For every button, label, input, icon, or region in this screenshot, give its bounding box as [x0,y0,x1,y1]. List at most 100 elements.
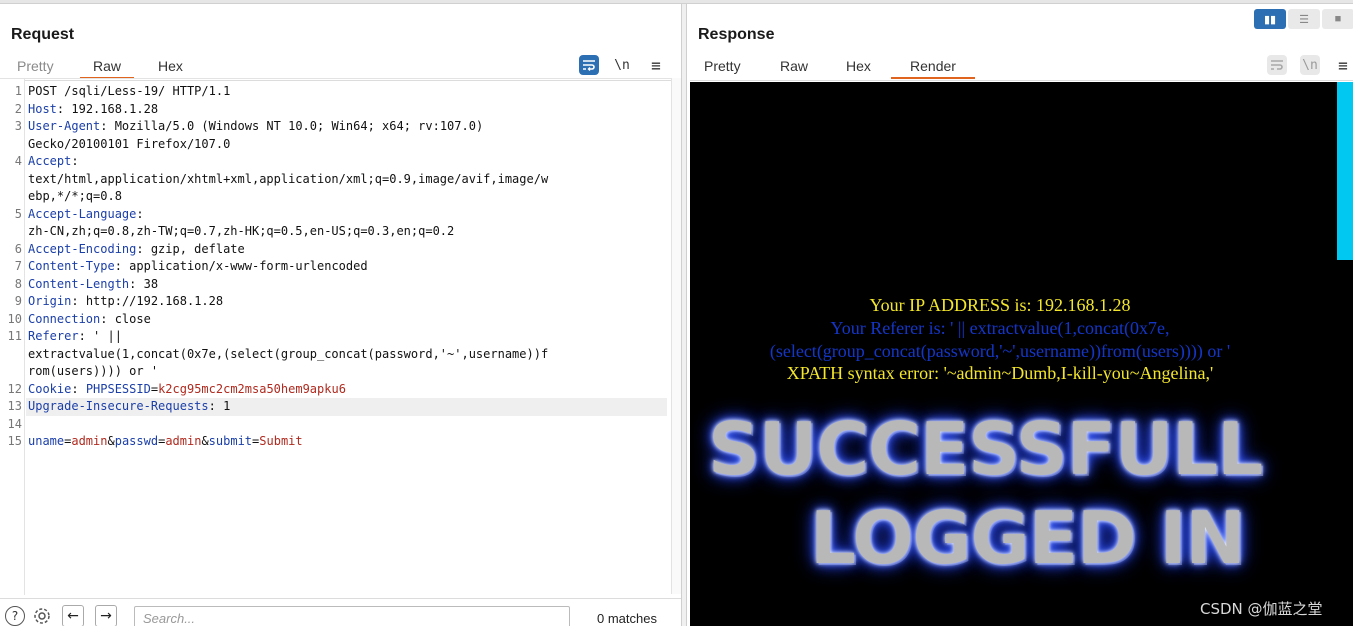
header-value: 1 [215,399,231,413]
response-title: Response [698,26,775,43]
line-number: 13 [7,399,22,413]
menu-icon[interactable]: ≡ [646,55,666,75]
code-line: Referer: ' || [28,328,122,346]
response-tab-hex[interactable]: Hex [846,58,871,78]
header-name: Referer [28,329,79,343]
cookie-value: k2cg95mc2cm2msa50hem9apku6 [158,381,346,396]
line-number: 14 [7,416,22,431]
colon: : [71,294,79,308]
code-line: Gecko/20100101 Firefox/107.0 [28,136,230,154]
render-banner-clip: SUCCESSFULL LOGGED IN [690,82,1353,626]
code-text: extractvalue(1,concat(0x7e,(select(group… [28,346,549,361]
layout-toggle: ▮▮ ☰ ■ [1254,9,1353,29]
param-value: admin [165,434,202,448]
header-value: Mozilla/5.0 (Windows NT 10.0; Win64; x64… [107,119,484,133]
header-name: Upgrade-Insecure-Requests [28,399,209,413]
header-name: Origin [28,294,72,308]
colon: : [136,241,144,256]
header-name: Accept-Encoding [28,241,137,256]
code-line: rom(users)))) or ' [28,363,158,381]
layout-side-by-side-icon[interactable]: ▮▮ [1254,9,1286,29]
param-key: submit [208,434,253,448]
header-name: Connection [28,311,101,326]
code-text: zh-CN,zh;q=0.8,zh-TW;q=0.7,zh-HK;q=0.5,e… [28,224,455,238]
header-value: gzip, deflate [143,241,245,256]
code-line: Accept: [28,153,79,171]
request-tab-hex[interactable]: Hex [158,58,183,78]
response-tab-render[interactable]: Render [891,58,975,79]
param-value: admin [71,434,108,448]
header-value: 38 [136,276,159,291]
request-tab-raw[interactable]: Raw [80,58,134,79]
line-number: 6 [14,241,22,256]
cookie-line: Cookie: PHPSESSID=k2cg95mc2cm2msa50hem9a… [28,381,346,399]
param-value: Submit [259,434,303,448]
colon: : [71,154,79,168]
line-number: 1 [14,84,22,98]
request-body: uname=admin&passwd=admin&submit=Submit [28,433,303,451]
amp: & [201,434,209,448]
prev-match-arrow-icon[interactable]: ← [62,605,84,626]
code-text: rom(users)))) or ' [28,364,159,378]
header-name: Accept-Language [28,206,137,221]
code-line: extractvalue(1,concat(0x7e,(select(group… [28,346,548,364]
code-line: Content-Length: 38 [28,276,158,294]
response-menu-icon[interactable]: ≡ [1333,55,1353,75]
layout-stacked-icon[interactable]: ☰ [1288,9,1320,29]
header-value: ' || [85,329,122,343]
code-line: Accept-Language: [28,206,144,224]
line-number: 10 [7,311,22,326]
line-number: 5 [14,206,22,221]
csdn-watermark: CSDN @伽蓝之堂 [1200,600,1323,618]
header-value: 192.168.1.28 [64,101,159,116]
request-tab-pretty[interactable]: Pretty [17,58,54,78]
code-text: ebp,*/*;q=0.8 [28,189,122,203]
param-key: passwd [114,434,159,448]
line-number: 2 [14,101,22,116]
amp: & [107,434,115,448]
colon: : [114,259,122,273]
line-number: 7 [14,259,22,273]
header-name: User-Agent [28,119,101,133]
line-number: 3 [14,119,22,133]
code-line: User-Agent: Mozilla/5.0 (Windows NT 10.0… [28,118,483,136]
line-number: 15 [7,434,22,448]
help-icon[interactable]: ? [5,606,25,626]
layout-single-icon[interactable]: ■ [1322,9,1353,29]
next-match-arrow-icon[interactable]: → [95,605,117,626]
header-name: Cookie [28,381,72,396]
settings-gear-icon[interactable] [32,606,52,626]
code-line: Origin: http://192.168.1.28 [28,293,223,311]
code-text: POST /sqli/Less-19/ HTTP/1.1 [28,84,231,98]
wrap-lines-icon[interactable] [579,55,599,75]
colon: : [136,206,144,221]
response-wrap-icon [1267,55,1287,75]
header-name: Host [28,101,57,116]
header-name: Accept [28,154,72,168]
response-tab-raw[interactable]: Raw [780,58,808,78]
code-text: Gecko/20100101 Firefox/107.0 [28,136,231,151]
header-value: http://192.168.1.28 [78,294,224,308]
code-line: Upgrade-Insecure-Requests: 1 [28,398,230,416]
banner-logged-in: LOGGED IN [810,496,1246,580]
request-scrollbar[interactable] [671,78,681,594]
response-tab-pretty[interactable]: Pretty [704,58,741,78]
code-line: POST /sqli/Less-19/ HTTP/1.1 [28,83,230,101]
line-number: 12 [7,381,22,396]
line-number: 8 [14,276,22,291]
equals: = [150,381,159,396]
response-newline-icon: \n [1300,55,1320,75]
code-line: Connection: close [28,311,151,329]
colon: : [78,329,86,343]
code-line: zh-CN,zh;q=0.8,zh-TW;q=0.7,zh-HK;q=0.5,e… [28,223,454,241]
header-value: application/x-www-form-urlencoded [121,259,368,273]
colon: : [208,399,216,413]
newline-icon[interactable]: \n [612,55,632,75]
search-input[interactable]: Search... [134,606,570,626]
response-tabs-underline [690,80,1353,81]
burp-repeater-window: Request Pretty Raw Hex \n ≡ 1 POST /sqli/… [0,0,1353,626]
line-number: 11 [7,329,22,343]
match-count: 0 matches [597,611,657,626]
request-title: Request [11,26,75,43]
code-line: text/html,application/xhtml+xml,applicat… [28,171,548,189]
